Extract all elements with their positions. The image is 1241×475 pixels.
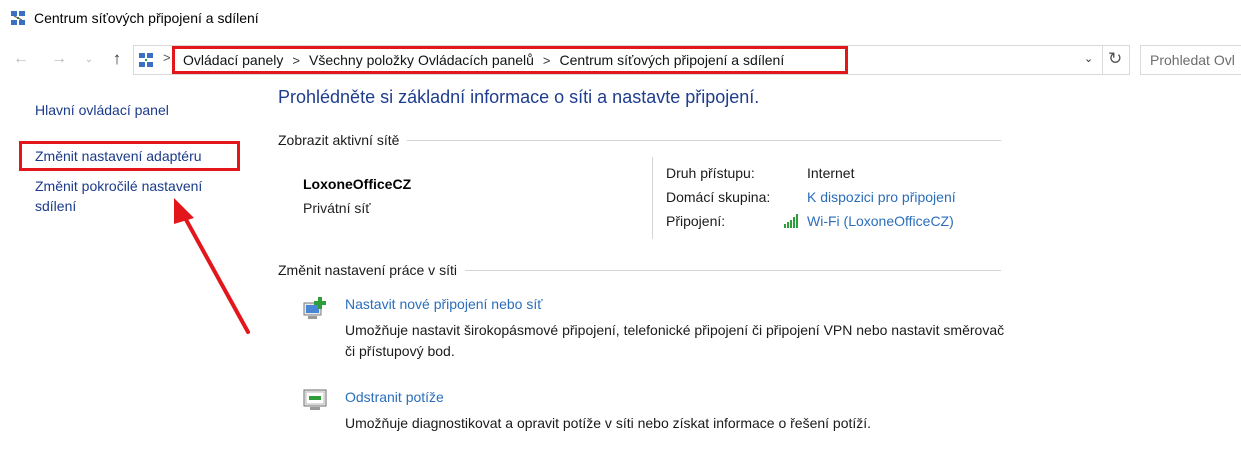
- connections-label: Připojení:: [666, 213, 726, 229]
- active-networks-heading: Zobrazit aktivní sítě: [278, 132, 1001, 148]
- troubleshoot-icon: [303, 389, 327, 410]
- breadcrumb-separator-icon[interactable]: >: [292, 53, 300, 68]
- network-sharing-center-icon: [11, 11, 25, 25]
- navigation-bar: ← → ⌄ ↑ > Ovládací panely > Všechny polo…: [0, 42, 1241, 76]
- breadcrumb-control-panel[interactable]: Ovládací panely: [183, 52, 283, 68]
- access-type-value: Internet: [807, 165, 855, 181]
- network-type: Privátní síť: [303, 200, 371, 216]
- troubleshoot-link[interactable]: Odstranit potíže: [345, 389, 444, 405]
- network-name: LoxoneOfficeCZ: [303, 176, 412, 192]
- recent-locations-chevron-icon[interactable]: ⌄: [82, 48, 96, 70]
- wifi-connection-link[interactable]: Wi-Fi (LoxoneOfficeCZ): [807, 213, 954, 229]
- divider: [464, 269, 1001, 271]
- back-arrow-icon[interactable]: ←: [10, 48, 32, 70]
- wifi-signal-icon: [784, 214, 798, 228]
- setup-new-connection-description: Umožňuje nastavit širokopásmové připojen…: [345, 322, 1005, 359]
- title-bar: Centrum síťových připojení a sdílení: [0, 0, 1241, 36]
- breadcrumb: Ovládací panely > Všechny položky Ovláda…: [172, 46, 848, 74]
- setup-new-connection-link[interactable]: Nastavit nové připojení nebo síť: [345, 296, 542, 312]
- address-bar[interactable]: > Ovládací panely > Všechny položky Ovlá…: [133, 45, 1130, 75]
- page-title: Prohlédněte si základní informace o síti…: [278, 87, 760, 107]
- divider: [407, 139, 1001, 141]
- troubleshoot-description: Umožňuje diagnostikovat a opravit potíže…: [345, 415, 872, 431]
- homegroup-label: Domácí skupina:: [666, 189, 771, 205]
- change-settings-heading-label: Změnit nastavení práce v síti: [278, 262, 457, 278]
- search-input[interactable]: Prohledat Ovl: [1140, 45, 1241, 75]
- refresh-icon[interactable]: ↻: [1108, 49, 1122, 69]
- breadcrumb-all-control-panel-items[interactable]: Všechny položky Ovládacích panelů: [309, 52, 534, 68]
- access-type-label: Druh přístupu:: [666, 165, 755, 181]
- annotation-arrow-icon: [174, 198, 250, 334]
- address-divider: [1102, 46, 1103, 74]
- active-networks-heading-label: Zobrazit aktivní sítě: [278, 132, 400, 148]
- up-arrow-icon[interactable]: ↑: [106, 48, 128, 70]
- sidebar-item-change-adapter-settings[interactable]: Změnit nastavení adaptéru: [35, 146, 202, 166]
- breadcrumb-separator-icon[interactable]: >: [163, 50, 171, 65]
- forward-arrow-icon[interactable]: →: [48, 48, 70, 70]
- sidebar-item-control-panel-home[interactable]: Hlavní ovládací panel: [35, 100, 169, 120]
- change-settings-heading: Změnit nastavení práce v síti: [278, 262, 1001, 278]
- address-dropdown-icon[interactable]: ⌄: [1084, 52, 1093, 65]
- new-connection-icon: [303, 297, 326, 319]
- control-panel-icon: [139, 53, 153, 67]
- homegroup-link[interactable]: K dispozici pro připojení: [807, 189, 956, 205]
- breadcrumb-separator-icon[interactable]: >: [543, 53, 551, 68]
- divider: [652, 157, 653, 239]
- window-title: Centrum síťových připojení a sdílení: [34, 10, 259, 26]
- breadcrumb-network-sharing-center[interactable]: Centrum síťových připojení a sdílení: [560, 52, 785, 68]
